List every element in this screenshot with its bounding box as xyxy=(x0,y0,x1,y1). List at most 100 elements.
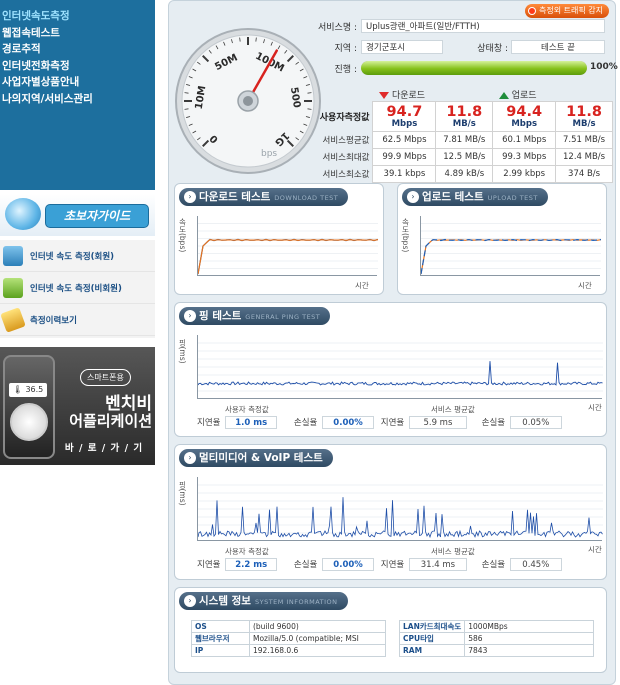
pc-icon xyxy=(3,246,23,266)
service-name-value: Uplus광랜_아파트(일반/FTTH) xyxy=(361,19,605,33)
download-plot xyxy=(197,216,379,276)
system-info-value: 7843 xyxy=(464,644,594,657)
sidebar-item-1[interactable]: 웹접속테스트 xyxy=(0,25,155,42)
upload-test-header: › 업로드 테스트 UPLOAD TEST xyxy=(402,188,548,206)
quick-link-member-test[interactable]: 인터넷 속도 측정(회원) xyxy=(0,240,155,272)
gauge-tick xyxy=(184,108,189,110)
speed-cell: 4.89 kB/s xyxy=(435,165,494,183)
chevron-right-icon: › xyxy=(184,452,196,464)
gauge-tick xyxy=(184,92,189,94)
laptop-icon xyxy=(3,278,23,298)
quick-link-guest-test[interactable]: 인터넷 속도 측정(비회원) xyxy=(0,272,155,304)
latency-label: 지연율 xyxy=(197,418,221,428)
beginner-guide-banner[interactable]: 초보자가이드 xyxy=(0,194,155,236)
latency-label: 지연율 xyxy=(380,418,405,428)
speed-cell: 12.4 MB/s xyxy=(555,148,613,166)
voip-user-loss: 0.00% xyxy=(322,558,375,571)
chevron-right-icon: › xyxy=(184,310,196,322)
voip-plot xyxy=(197,477,603,541)
measured-value-label: 사용자측정값 xyxy=(319,113,370,123)
system-info-row: OS (build 9600) xyxy=(191,620,386,633)
section-title: 시스템 정보 xyxy=(199,595,251,607)
upload-chart xyxy=(420,223,602,275)
quick-link-history[interactable]: 측정이력보기 xyxy=(0,304,155,336)
latency-label: 지연율 xyxy=(197,560,221,570)
ping-plot xyxy=(197,335,603,399)
sidebar-menu: 인터넷속도측정 웹접속테스트 경로추적 인터넷전화측정 사업자별상품안내 나의지역/서비스… xyxy=(0,0,155,190)
section-title: 다운로드 테스트 xyxy=(199,191,271,203)
quick-link-label: 측정이력보기 xyxy=(30,315,77,326)
menu-list: 인터넷속도측정 웹접속테스트 경로추적 인터넷전화측정 사업자별상품안내 나의지역/서비스… xyxy=(0,0,155,107)
sidebar-item-5[interactable]: 나의지역/서비스관리 xyxy=(0,91,155,108)
ping-service-loss: 0.05% xyxy=(509,416,562,429)
go-now-label: 바 / 로 / 가 / 기 xyxy=(64,443,144,454)
system-info-header: › 시스템 정보 SYSTEM INFORMATION xyxy=(179,592,348,610)
system-info-value: Mozilla/5.0 (compatible; MSI xyxy=(249,632,386,645)
gauge-icon xyxy=(10,403,48,441)
progress-percent: 100% xyxy=(590,62,618,72)
ping-user-loss: 0.00% xyxy=(322,416,375,429)
voip-stats: 지연율 2.2 ms 손실율 0.00% 지연율 31.4 ms 손실율 0.4… xyxy=(197,558,562,571)
ping-xlabel: 시간 xyxy=(588,403,602,412)
chevron-right-icon: › xyxy=(184,191,196,203)
sidebar-item-4[interactable]: 사업자별상품안내 xyxy=(0,74,155,91)
sidebar-item-2[interactable]: 경로추적 xyxy=(0,41,155,58)
section-subtitle: SYSTEM INFORMATION xyxy=(254,598,338,606)
ping-ylabel: 핑(ms) xyxy=(178,339,187,364)
upload-ylabel: 속도(bps) xyxy=(401,218,410,253)
quick-link-label: 인터넷 속도 측정(회원) xyxy=(30,251,115,262)
download-test-header: › 다운로드 테스트 DOWNLOAD TEST xyxy=(179,188,349,206)
system-info-key: RAM xyxy=(398,644,466,657)
ping-series-line xyxy=(197,361,603,386)
gauge-tick xyxy=(307,108,312,110)
speed-row: 서비스평균값 62.5 Mbps 7.81 MB/s 60.1 Mbps 7.51 MB… xyxy=(319,131,613,149)
ping-user-latency: 1.0 ms xyxy=(225,416,278,429)
speed-row: 서비스최소값 39.1 kbps 4.89 kB/s 2.99 kbps 374 B/s xyxy=(319,165,613,183)
app-subtitle: 어플리케이션 xyxy=(69,412,152,430)
system-info-value: 192.168.0.6 xyxy=(249,644,386,657)
region-label: 지역 : xyxy=(334,44,357,54)
upload-mbps-value: 94.4 Mbps xyxy=(492,101,557,132)
upload-mbs-value: 11.8 MB/s xyxy=(555,101,613,132)
latency-label: 지연율 xyxy=(380,560,405,570)
ping-stats: 지연율 1.0 ms 손실율 0.00% 지연율 5.9 ms 손실율 0.05… xyxy=(197,416,562,429)
sidebar-item-3[interactable]: 인터넷전화측정 xyxy=(0,58,155,75)
temperature-label: 🌡 36.5 xyxy=(9,383,47,397)
gauge-tick xyxy=(255,37,257,42)
section-subtitle: DOWNLOAD TEST xyxy=(274,194,339,202)
service-name-row: 서비스명 : xyxy=(297,20,357,33)
speed-cell: 60.1 Mbps xyxy=(492,131,557,149)
voip-user-label: 사용자 측정값 xyxy=(225,547,269,556)
speed-cell: 12.5 MB/s xyxy=(435,148,494,166)
section-title: 업로드 테스트 xyxy=(422,191,484,203)
speed-cell: 374 B/s xyxy=(555,165,613,183)
ping-user-label: 사용자 측정값 xyxy=(225,405,269,414)
smartphone-image: 🌡 36.5 xyxy=(3,355,55,459)
traffic-detect-button[interactable]: 측정외 트래픽 감지 xyxy=(525,4,609,18)
download-chart xyxy=(197,223,379,275)
system-info-key: 웹브라우저 xyxy=(191,632,250,645)
system-info-row: 웹브라우저 Mozilla/5.0 (compatible; MSI xyxy=(191,632,386,645)
voip-xlabel: 시간 xyxy=(588,545,602,554)
speed-cell: 7.81 MB/s xyxy=(435,131,494,149)
ping-service-label: 서비스 평균값 xyxy=(431,405,475,414)
region-row: 지역 : xyxy=(297,41,357,54)
sidebar-item-0[interactable]: 인터넷속도측정 xyxy=(0,8,155,25)
smartphone-badge: 스마트폰용 xyxy=(80,369,131,386)
speed-cell: 99.3 Mbps xyxy=(492,148,557,166)
region-value: 경기군포시 xyxy=(361,40,443,54)
download-xlabel: 시간 xyxy=(355,281,369,290)
download-mbps-value: 94.7 Mbps xyxy=(372,101,437,132)
upload-arrow-icon xyxy=(498,92,509,99)
upload-plot xyxy=(420,216,602,276)
voip-ylabel: 핑(ms) xyxy=(178,481,187,506)
system-info-row: LAN카드최대속도 1000MBps xyxy=(398,620,594,633)
voip-service-label: 서비스 평균값 xyxy=(431,547,475,556)
voip-chart xyxy=(197,484,603,539)
loss-label: 손실율 xyxy=(293,418,318,428)
system-info-value: 586 xyxy=(464,632,594,645)
benchbee-app-banner[interactable]: 🌡 36.5 스마트폰용 벤치비 어플리케이션 바 / 로 / 가 / 기 xyxy=(0,347,155,465)
loss-label: 손실율 xyxy=(481,418,506,428)
loss-label: 손실율 xyxy=(481,560,506,570)
progress-label: 진행 : xyxy=(334,65,357,75)
